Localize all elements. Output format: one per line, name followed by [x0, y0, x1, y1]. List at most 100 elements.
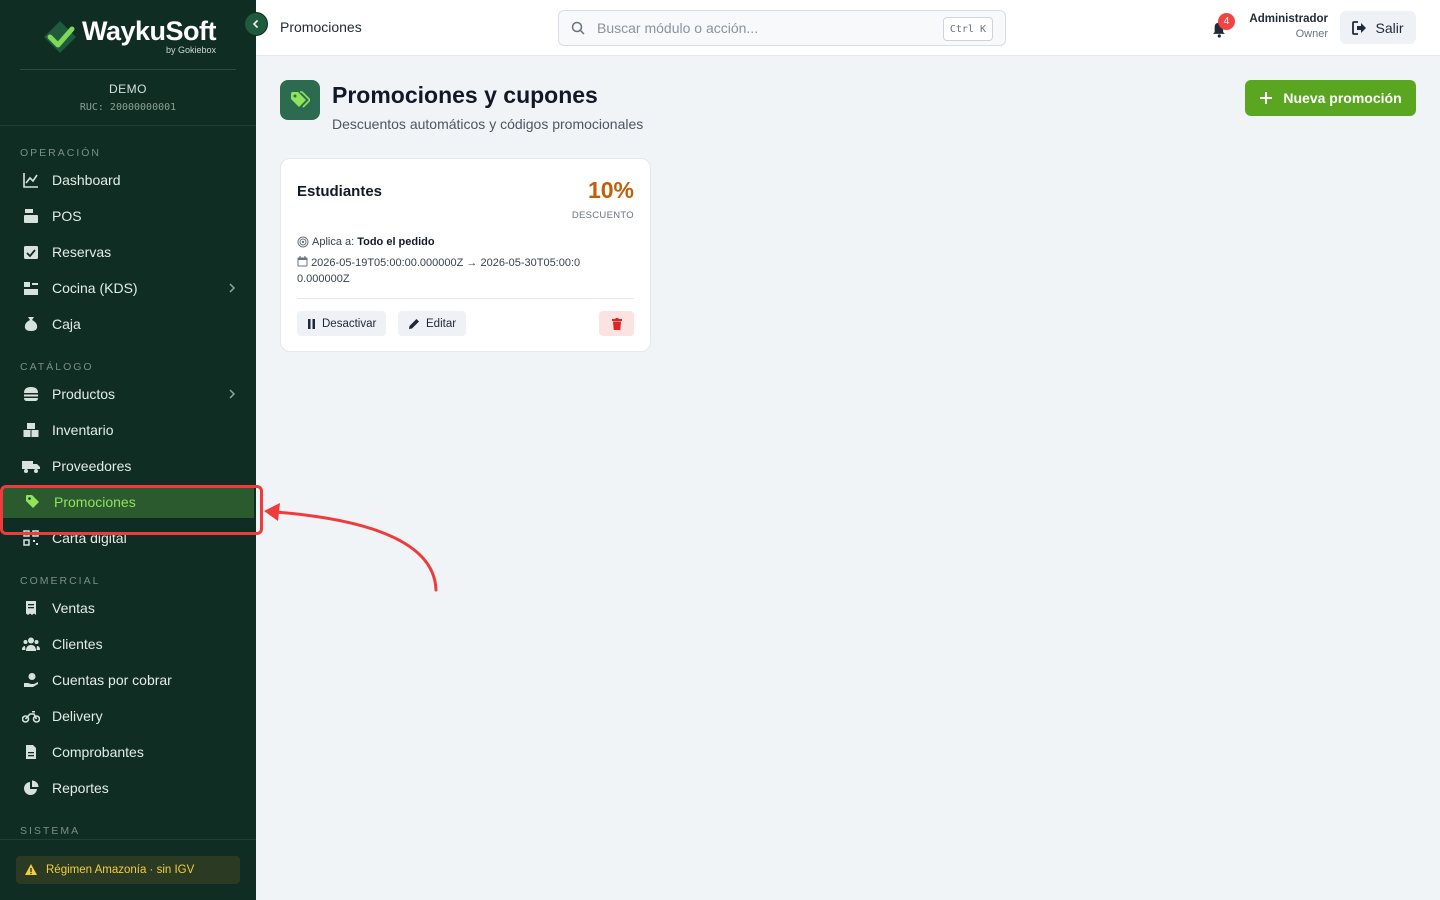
logout-label: Salir: [1375, 19, 1404, 36]
logout-button[interactable]: Salir: [1340, 11, 1416, 44]
date-range: 2026-05-19T05:00:00.000000Z → 2026-05-30…: [297, 257, 581, 285]
search-box[interactable]: Ctrl K: [558, 10, 1006, 46]
sidebar-item-clientes[interactable]: Clientes: [0, 626, 256, 662]
search-input[interactable]: [597, 20, 927, 36]
shortcut-hint: Ctrl K: [942, 17, 993, 41]
sidebar-item-dashboard[interactable]: Dashboard: [0, 162, 256, 198]
deactivate-button[interactable]: Desactivar: [297, 311, 387, 336]
chevron-right-icon: [228, 281, 236, 297]
sidebar-item-label: Delivery: [52, 708, 103, 724]
hand-dollar-icon: [22, 671, 40, 689]
chevron-right-icon: [228, 387, 236, 403]
sidebar: WaykuSoft by Gokiebox DEMO RUC: 20000000…: [0, 0, 256, 900]
receipt-icon: [22, 599, 40, 617]
sidebar-item-label: Inventario: [52, 422, 114, 438]
sidebar-item-productos[interactable]: Productos: [0, 376, 256, 412]
promotion-card: Estudiantes 10% DESCUENTO Aplica a: Todo…: [280, 158, 651, 352]
brand-sub: by Gokiebox: [165, 45, 216, 55]
divider: [0, 839, 256, 840]
user-menu[interactable]: Administrador Owner: [1244, 13, 1328, 40]
sidebar-item-reportes[interactable]: Reportes: [0, 770, 256, 806]
kitchen-icon: [22, 279, 40, 297]
warning-icon: [25, 864, 37, 875]
pause-icon: [308, 318, 315, 329]
sidebar-item-reservas[interactable]: Reservas: [0, 234, 256, 270]
new-promotion-button[interactable]: Nueva promoción: [1245, 80, 1416, 116]
sidebar-item-label: Cocina (KDS): [52, 280, 138, 296]
notification-badge: 4: [1218, 13, 1235, 30]
brand: WaykuSoft by Gokiebox: [0, 0, 256, 69]
sidebar-item-cuentas-por-cobrar[interactable]: Cuentas por cobrar: [0, 662, 256, 698]
nav-section-title: OPERACIÓN: [20, 147, 102, 159]
file-invoice-icon: [22, 743, 40, 761]
brand-name: WaykuSoft: [81, 16, 217, 46]
nav-section-title: COMERCIAL: [20, 575, 101, 587]
topbar: Promociones Ctrl K 4 Administrador Owner…: [256, 0, 1440, 56]
sidebar-item-proveedores[interactable]: Proveedores: [0, 448, 256, 484]
breadcrumb: Promociones: [280, 19, 362, 35]
logo-check-icon: [43, 20, 76, 53]
tags-icon: [280, 80, 320, 120]
regimen-label: Régimen Amazonía · sin IGV: [46, 864, 195, 876]
sidebar-item-label: Ventas: [52, 600, 95, 616]
sidebar-item-label: POS: [52, 208, 82, 224]
calendar-icon: [297, 256, 308, 267]
trash-icon: [611, 317, 622, 330]
sidebar-item-comprobantes[interactable]: Comprobantes: [0, 734, 256, 770]
company-info: DEMO RUC: 20000000001: [0, 70, 256, 125]
promotion-name: Estudiantes: [297, 183, 383, 200]
brand-logo[interactable]: WaykuSoft by Gokiebox: [40, 16, 217, 55]
sidebar-item-label: Cuentas por cobrar: [52, 672, 172, 688]
motorcycle-icon: [22, 707, 40, 725]
sidebar-item-ventas[interactable]: Ventas: [0, 590, 256, 626]
regimen-badge: Régimen Amazonía · sin IGV: [16, 856, 240, 884]
sidebar-item-cocina-kds[interactable]: Cocina (KDS): [0, 270, 256, 306]
sign-out-icon: [1352, 20, 1367, 35]
company-ruc: RUC: 20000000001: [79, 102, 177, 113]
applies-label: Aplica a:: [312, 236, 355, 248]
user-role: Owner: [1295, 28, 1328, 40]
sidebar-item-delivery[interactable]: Delivery: [0, 698, 256, 734]
company-name: DEMO: [109, 82, 147, 96]
collapse-sidebar-button[interactable]: [244, 12, 268, 36]
delete-button[interactable]: [599, 311, 634, 336]
money-bag-icon: [22, 315, 40, 333]
promotion-applies: Aplica a: Todo el pedido: [297, 236, 435, 248]
new-promotion-label: Nueva promoción: [1283, 90, 1402, 106]
edit-label: Editar: [426, 317, 457, 330]
sidebar-item-label: Reportes: [52, 780, 109, 796]
sidebar-item-pos[interactable]: POS: [0, 198, 256, 234]
sidebar-item-label: Comprobantes: [52, 744, 144, 760]
cash-register-icon: [22, 207, 40, 225]
highlight-frame: [0, 485, 263, 535]
user-name: Administrador: [1249, 13, 1328, 25]
target-icon: [297, 236, 309, 248]
promotion-dates: 2026-05-19T05:00:00.000000Z → 2026-05-30…: [297, 255, 587, 287]
sidebar-item-label: Clientes: [52, 636, 103, 652]
chevron-left-icon: [252, 19, 259, 29]
promotion-value: 10%: [587, 177, 634, 203]
sidebar-item-label: Productos: [52, 386, 116, 402]
annotation-arrow: [264, 503, 438, 592]
promotion-value-label: DESCUENTO: [571, 210, 634, 221]
pencil-icon: [409, 318, 419, 329]
sidebar-item-label: Proveedores: [52, 458, 132, 474]
deactivate-label: Desactivar: [322, 317, 377, 330]
nav-section-title: CATÁLOGO: [20, 361, 94, 373]
users-icon: [22, 635, 40, 653]
burger-icon: [22, 385, 40, 403]
applies-value: Todo el pedido: [357, 236, 435, 248]
sidebar-item-label: Reservas: [52, 244, 112, 260]
page-subtitle: Descuentos automáticos y códigos promoci…: [332, 116, 644, 132]
sidebar-nav: OPERACIÓN Dashboard POS Reservas Cocina (KDS…: [0, 126, 256, 840]
sidebar-item-inventario[interactable]: Inventario: [0, 412, 256, 448]
page-title: Promociones y cupones: [332, 82, 598, 108]
sidebar-item-label: Caja: [52, 316, 81, 332]
sidebar-item-caja[interactable]: Caja: [0, 306, 256, 342]
search-icon: [571, 21, 585, 35]
plus-icon: [1260, 92, 1273, 104]
calendar-check-icon: [22, 243, 40, 261]
truck-icon: [22, 457, 40, 475]
divider: [297, 298, 634, 299]
edit-button[interactable]: Editar: [398, 311, 467, 336]
